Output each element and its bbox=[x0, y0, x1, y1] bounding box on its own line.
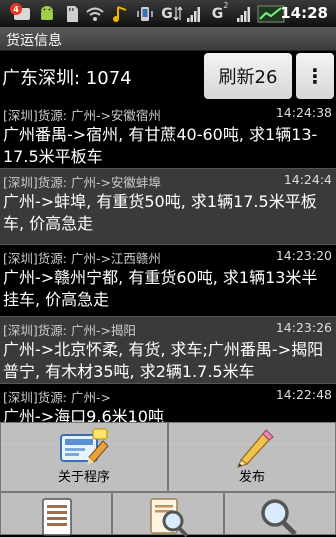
about-program-icon bbox=[60, 428, 109, 465]
network-indicator-2: G 2 bbox=[211, 1, 229, 22]
sd-card-icon bbox=[62, 3, 82, 24]
list-item[interactable]: [深圳]货源: 广州->安徽蚌埠 14:24:4 广州->蚌埠, 有重货50吨,… bbox=[0, 169, 336, 245]
item-time: 14:23:26 bbox=[275, 320, 332, 335]
search-menu-item[interactable] bbox=[224, 492, 336, 536]
about-menu-label: 关于程序 bbox=[57, 470, 110, 485]
publish-menu-item[interactable]: 发布 bbox=[168, 422, 336, 492]
item-source: [深圳]货源: 广州-> bbox=[3, 390, 111, 405]
overflow-menu-button[interactable]: ⋮ bbox=[296, 53, 334, 99]
search-document-menu-item[interactable] bbox=[112, 492, 224, 537]
app-title: 货运信息 bbox=[6, 33, 62, 49]
refresh-button[interactable]: 刷新26 bbox=[204, 53, 292, 99]
signal-bars-icon bbox=[186, 3, 202, 24]
item-source: [深圳]货源: 广州->安徽蚌埠 bbox=[3, 175, 161, 190]
signal-bars-icon-2 bbox=[236, 3, 252, 24]
publish-menu-label: 发布 bbox=[238, 470, 265, 485]
item-body: 广州->赣州宁都, 有重货60吨, 求1辆13米半挂车, 价高急走 bbox=[3, 268, 318, 309]
wifi-icon bbox=[84, 3, 106, 24]
item-time: 14:22:48 bbox=[275, 387, 332, 402]
list-item[interactable]: [深圳]货源: 广州->江西赣州 14:23:20 广州->赣州宁都, 有重货6… bbox=[0, 245, 336, 317]
region-count-label: 广东深圳: 1074 bbox=[2, 68, 132, 89]
music-icon bbox=[110, 3, 130, 24]
list-item[interactable]: [深圳]货源: 广州->安徽宿州 14:24:38 广州番禺->宿州, 有甘蔗4… bbox=[0, 102, 336, 169]
search-icon bbox=[261, 499, 297, 536]
clock: 14:28 bbox=[280, 4, 328, 22]
item-source: [深圳]货源: 广州->江西赣州 bbox=[3, 251, 161, 266]
android-icon bbox=[36, 3, 58, 24]
options-menu: 关于程序 发布 bbox=[0, 422, 336, 537]
status-bar: 4 G G 2 14:28 bbox=[0, 0, 336, 27]
title-bar: 货运信息 bbox=[0, 27, 336, 51]
phone-vibrate-icon bbox=[134, 3, 156, 24]
document-menu-item[interactable] bbox=[0, 492, 112, 536]
item-source: [深圳]货源: 广州->安徽宿州 bbox=[3, 108, 161, 123]
list-item[interactable]: [深圳]货源: 广州->揭阳 14:23:26 广州->北京怀柔, 有货, 求车… bbox=[0, 317, 336, 384]
item-body: 广州->北京怀柔, 有货, 求车;广州番禺->揭阳普宁, 有木材35吨, 求2辆… bbox=[3, 340, 324, 381]
network-indicator: G bbox=[160, 3, 184, 24]
item-body: 广州番禺->宿州, 有甘蔗40-60吨, 求1辆13-17.5米平板车 bbox=[3, 125, 318, 166]
pencil-icon bbox=[237, 429, 274, 468]
document-icon bbox=[42, 498, 72, 536]
notification-count: 4 bbox=[10, 3, 22, 15]
search-document-icon bbox=[150, 498, 189, 537]
item-time: 14:24:38 bbox=[275, 105, 332, 120]
item-body: 广州->蚌埠, 有重货50吨, 求1辆17.5米平板车, 价高急走 bbox=[3, 192, 317, 233]
notification-icon: 4 bbox=[10, 3, 32, 24]
about-menu-item[interactable]: 关于程序 bbox=[0, 422, 168, 492]
item-time: 14:24:4 bbox=[283, 172, 332, 187]
item-time: 14:23:20 bbox=[275, 248, 332, 263]
item-source: [深圳]货源: 广州->揭阳 bbox=[3, 323, 136, 338]
